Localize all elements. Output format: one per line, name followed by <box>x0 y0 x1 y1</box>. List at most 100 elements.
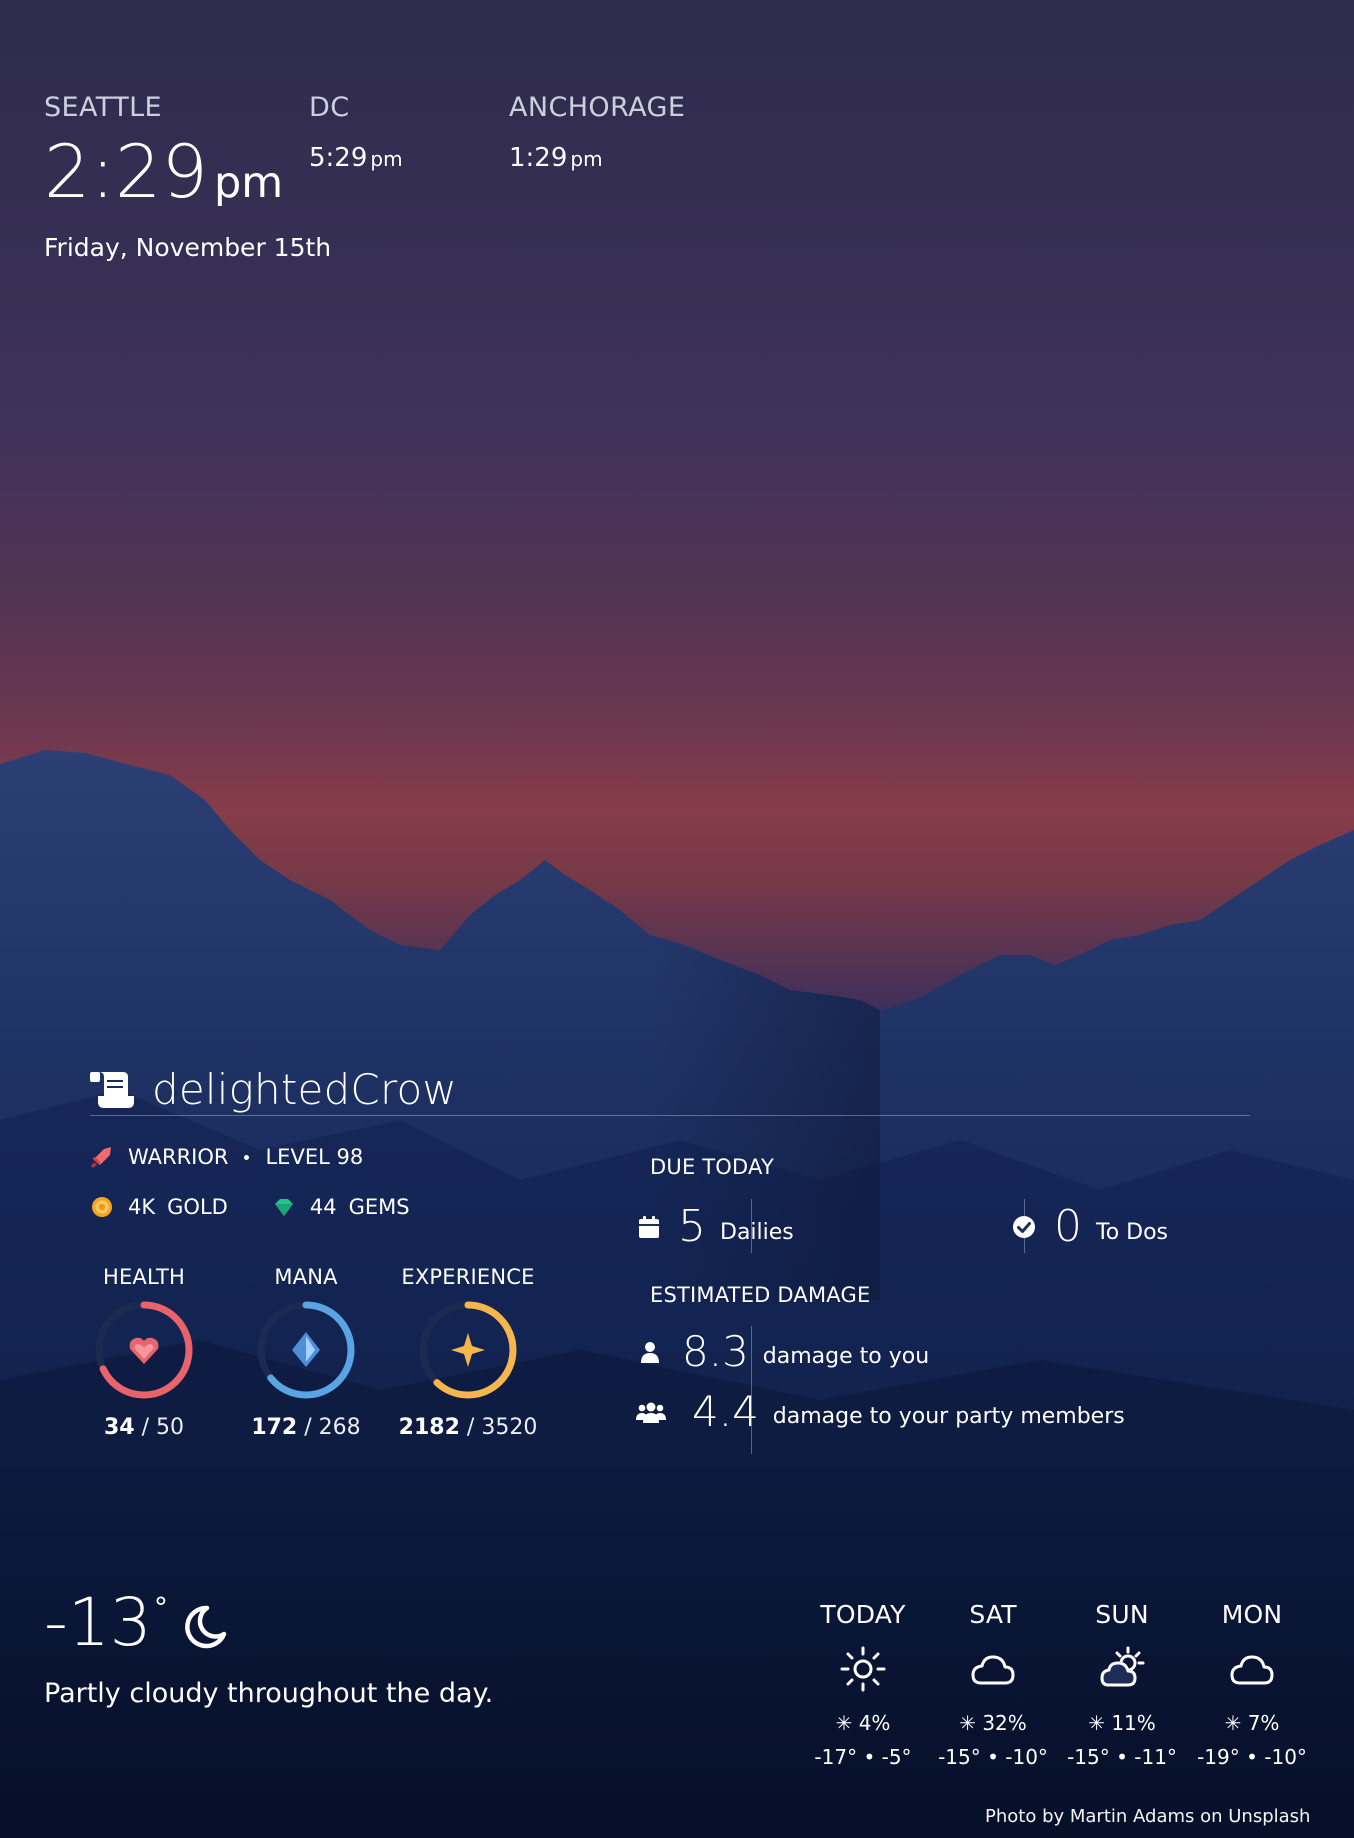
currency-row: 4K GOLD 44 GEMS <box>90 1195 410 1219</box>
primary-city-label: SEATTLE <box>44 92 162 123</box>
separator-dot <box>244 1154 250 1160</box>
gold-coin-icon <box>92 1197 112 1217</box>
temps-separator: • <box>987 1745 999 1769</box>
forecast-day-label: MON <box>1221 1600 1283 1629</box>
forecast-temps: -19° • -10° <box>1182 1745 1322 1769</box>
precip-icon: ✳ <box>959 1711 976 1735</box>
experience-value: 2182 / 3520 <box>398 1415 538 1440</box>
todos-count-item: 0 To Dos <box>1012 1205 1168 1249</box>
mana-current: 172 <box>251 1415 298 1440</box>
mana-value: 172 / 268 <box>236 1415 376 1440</box>
precip-value: 7% <box>1247 1711 1280 1735</box>
experience-ring <box>417 1299 519 1401</box>
level-text: LEVEL 98 <box>265 1145 364 1169</box>
precip-value: 32% <box>982 1711 1027 1735</box>
temps-separator: • <box>863 1745 876 1769</box>
forecast-low: -15° <box>938 1745 981 1769</box>
forecast-precip: ✳ 7% <box>1182 1711 1322 1735</box>
secondary-time-value: 1:29 <box>509 143 568 173</box>
forecast-high: -5° <box>881 1745 912 1769</box>
sun-icon <box>840 1646 886 1692</box>
todos-label: To Dos <box>1096 1219 1169 1245</box>
temps-separator: • <box>1246 1745 1258 1769</box>
tasks-summary: DUE TODAY 5 Dailies 0 To Dos ESTIMATED D… <box>636 1155 1248 1475</box>
precip-icon: ✳ <box>1224 1711 1242 1735</box>
secondary-time-ampm: pm <box>570 147 603 171</box>
experience-current: 2182 <box>398 1415 460 1440</box>
party-damage-label: damage to your party members <box>772 1403 1125 1429</box>
weather-summary: Partly cloudy throughout the day. <box>44 1678 494 1709</box>
secondary-time-ampm: pm <box>370 147 403 171</box>
temps-separator: • <box>1116 1745 1128 1769</box>
class-level-row: WARRIOR LEVEL 98 <box>90 1145 363 1169</box>
forecast-temps: -15° • -11° <box>1052 1745 1192 1769</box>
damage-to-you-value: 8.3 <box>682 1327 749 1376</box>
header-divider <box>90 1115 1250 1116</box>
primary-time-value: 2:29 <box>44 130 208 215</box>
forecast-low: -19° <box>1197 1745 1240 1769</box>
habitica-user-header: delightedCrow <box>90 1065 457 1114</box>
health-max: 50 <box>156 1415 185 1440</box>
character-stats: WARRIOR LEVEL 98 4K GOLD 44 GEMS HEALTH <box>90 1145 550 1465</box>
dashboard-page: { "clocks": { "primary": { "city": "SEAT… <box>0 0 1354 1838</box>
health-label: HEALTH <box>102 1265 186 1289</box>
precip-value: 11% <box>1111 1711 1156 1735</box>
current-temperature-line: -13 ° <box>44 1590 230 1656</box>
experience-separator: / <box>466 1415 475 1440</box>
gems-value: 44 <box>309 1195 337 1219</box>
health-separator: / <box>141 1415 150 1440</box>
user-icon <box>641 1342 659 1363</box>
forecast-high: -11° <box>1134 1745 1177 1769</box>
forecast-low: -15° <box>1067 1745 1110 1769</box>
mana-separator: / <box>304 1415 312 1440</box>
experience-label: EXPERIENCE <box>401 1265 535 1289</box>
health-value: 34 / 50 <box>74 1415 214 1440</box>
todos-count: 0 <box>1054 1201 1082 1252</box>
mana-ring <box>255 1299 357 1401</box>
forecast-precip: ✳ 32% <box>923 1711 1063 1735</box>
damage-to-you-item: 8.3 damage to you <box>638 1331 929 1373</box>
forecast-day: SUN ✳ 11% -15° • -11° <box>1052 1600 1192 1769</box>
forecast-day: TODAY ✳ 4% -17° • -5° <box>793 1600 933 1769</box>
primary-time-ampm: pm <box>213 158 284 208</box>
current-date: Friday, November 15th <box>44 233 332 262</box>
calendar-icon <box>639 1216 659 1238</box>
secondary-city-label: DC <box>309 92 350 123</box>
precip-icon: ✳ <box>835 1711 853 1735</box>
forecast-temps: -17° • -5° <box>793 1745 933 1769</box>
dailies-label: Dailies <box>720 1219 794 1245</box>
star-icon <box>451 1333 485 1367</box>
experience-max: 3520 <box>481 1415 538 1440</box>
gold-label: GOLD <box>167 1195 228 1219</box>
party-users-icon <box>636 1402 666 1423</box>
primary-time: 2:29 pm <box>44 136 283 209</box>
habitica-stats-panel: delightedCrow WARRIOR LEVEL 98 4K GOLD 4… <box>90 1065 1250 1455</box>
gold-value: 4K <box>128 1195 156 1219</box>
partly-cloudy-icon <box>1100 1646 1145 1687</box>
health-current: 34 <box>103 1415 135 1440</box>
degree-symbol: ° <box>153 1591 168 1624</box>
gem-icon <box>274 1199 293 1216</box>
damage-to-you-label: damage to you <box>762 1343 930 1369</box>
forecast-day-label: TODAY <box>820 1600 906 1629</box>
mana-meter: MANA 172 / 268 <box>236 1265 376 1440</box>
current-temperature: -13 <box>44 1584 152 1661</box>
photo-credit: Photo by Martin Adams on Unsplash <box>985 1806 1311 1827</box>
check-circle-icon <box>1013 1216 1035 1238</box>
forecast-day-label: SAT <box>969 1600 1017 1629</box>
due-today-label: DUE TODAY <box>650 1155 775 1179</box>
class-name: WARRIOR <box>128 1145 229 1169</box>
mountain-background-image <box>0 750 1354 1838</box>
precip-icon: ✳ <box>1088 1711 1105 1735</box>
forecast-high: -10° <box>1005 1745 1048 1769</box>
current-weather: -13 ° Partly cloudy throughout the day. <box>44 1590 564 1710</box>
gems-label: GEMS <box>348 1195 410 1219</box>
dailies-count: 5 <box>678 1201 706 1252</box>
secondary-time-value: 5:29 <box>309 143 368 173</box>
experience-meter: EXPERIENCE 2182 / 3520 <box>398 1265 538 1440</box>
scroll-icon <box>90 1072 134 1108</box>
secondary-time: 5:29 pm <box>309 143 403 173</box>
forecast-precip: ✳ 11% <box>1052 1711 1192 1735</box>
mana-label: MANA <box>274 1265 338 1289</box>
forecast-temps: -15° • -10° <box>923 1745 1063 1769</box>
